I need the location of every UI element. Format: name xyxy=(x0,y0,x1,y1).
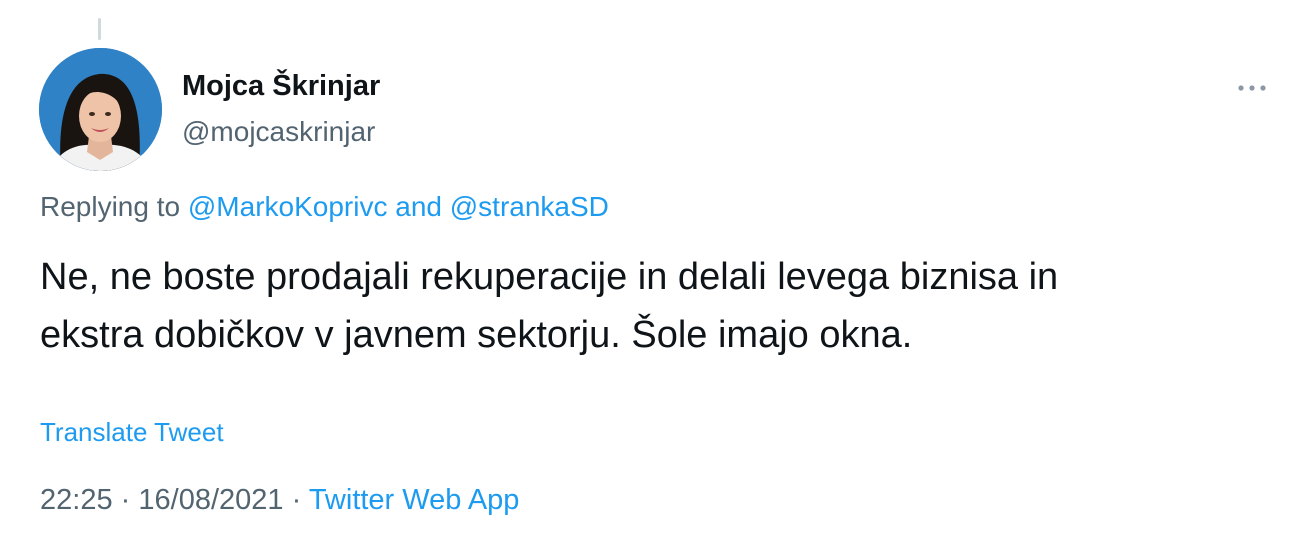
translate-tweet-link[interactable]: Translate Tweet xyxy=(40,417,224,448)
more-horizontal-icon xyxy=(1237,79,1267,97)
thread-connector-line xyxy=(98,18,101,40)
tweet-time[interactable]: 22:25 xyxy=(40,484,113,516)
tweet-date[interactable]: 16/08/2021 xyxy=(138,484,283,516)
tweet-text: Ne, ne boste prodajali rekuperacije in d… xyxy=(40,248,1280,364)
more-options-button[interactable] xyxy=(1232,76,1272,100)
mention-link[interactable]: @MarkoKoprivc xyxy=(188,191,388,222)
replying-to-line: Replying to @MarkoKoprivc and @strankaSD xyxy=(40,191,609,223)
profile-photo xyxy=(39,48,162,171)
author-display-name[interactable]: Mojca Škrinjar xyxy=(182,70,380,103)
mention-conjunction[interactable]: and xyxy=(395,191,442,222)
tweet-text-line: ekstra dobičkov v javnem sektorju. Šole … xyxy=(40,314,913,356)
avatar[interactable] xyxy=(39,48,162,171)
tweet-source-link[interactable]: Twitter Web App xyxy=(309,484,520,516)
tweet-text-line: Ne, ne boste prodajali rekuperacije in d… xyxy=(40,256,1059,298)
mention-link[interactable]: @strankaSD xyxy=(450,191,609,222)
metadata-separator: · xyxy=(120,484,131,516)
replying-to-label: Replying to xyxy=(40,191,181,222)
author-handle[interactable]: @mojcaskrinjar xyxy=(182,116,375,148)
tweet-metadata: 22:25 · 16/08/2021 · Twitter Web App xyxy=(40,484,519,517)
metadata-separator: · xyxy=(291,484,302,516)
